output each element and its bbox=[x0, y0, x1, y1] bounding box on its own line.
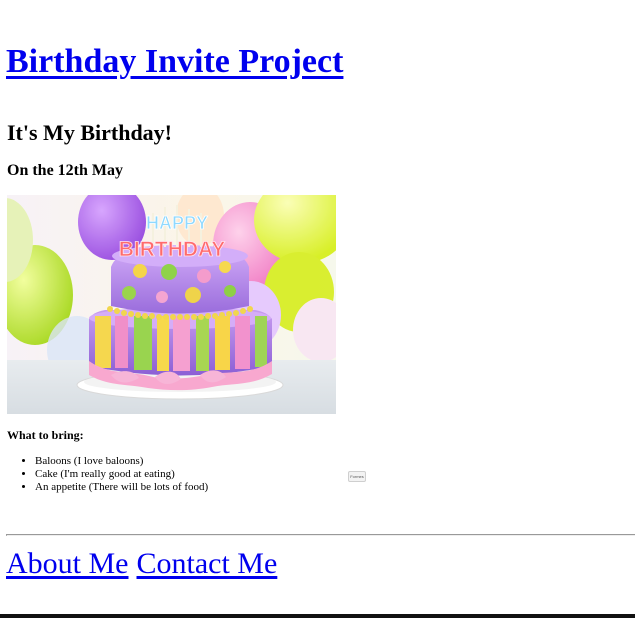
birthday-cake-image: HAPPY BIRTHDAY bbox=[7, 195, 336, 414]
page: Birthday Invite Project It's My Birthday… bbox=[0, 0, 635, 618]
section-divider bbox=[6, 534, 635, 536]
what-to-bring-list: Baloons (I love baloons) Cake (I'm reall… bbox=[0, 455, 208, 494]
list-item: Baloons (I love baloons) bbox=[35, 455, 208, 468]
site-title-link[interactable]: Birthday Invite Project bbox=[6, 40, 343, 84]
candles-happy-text: HAPPY bbox=[146, 213, 208, 233]
bottom-edge-bar bbox=[0, 614, 635, 618]
birthday-date: On the 12th May bbox=[7, 162, 123, 179]
contact-me-link[interactable]: Contact Me bbox=[137, 547, 278, 580]
tiny-form-button[interactable]: Formes bbox=[348, 471, 366, 482]
candles-birthday-text: BIRTHDAY bbox=[119, 238, 226, 261]
birthday-heading: It's My Birthday! bbox=[7, 120, 172, 145]
about-me-link[interactable]: About Me bbox=[6, 547, 129, 580]
footer-navigation: About Me Contact Me bbox=[6, 545, 277, 583]
list-item: An appetite (There will be lots of food) bbox=[35, 481, 208, 494]
list-item: Cake (I'm really good at eating) bbox=[35, 468, 208, 481]
what-to-bring-heading: What to bring: bbox=[7, 428, 84, 442]
